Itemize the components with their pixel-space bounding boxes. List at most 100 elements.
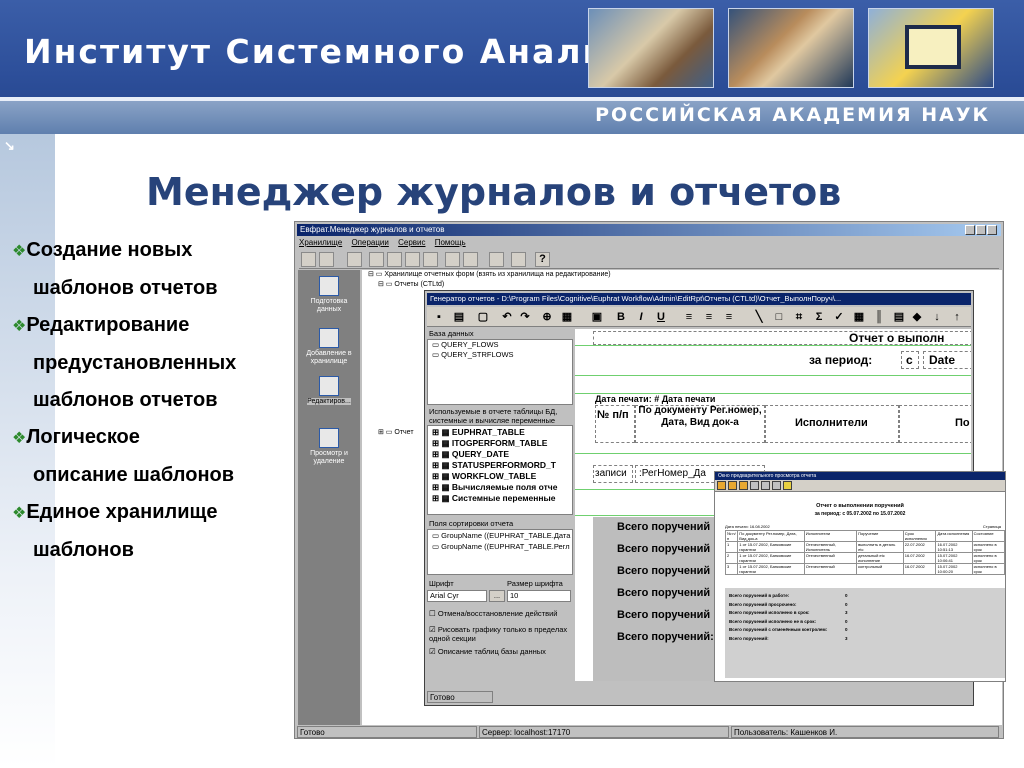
edit-icon — [319, 376, 339, 396]
sum-icon[interactable]: Σ — [811, 309, 827, 325]
table-header: № п/п — [724, 530, 739, 542]
zoom-icon[interactable]: ⊕ — [539, 309, 555, 325]
preview-icon[interactable]: ▢ — [475, 309, 491, 325]
bold-button[interactable]: B — [613, 309, 629, 325]
table-cell: 22.07.2002 — [902, 541, 937, 553]
minimize-button[interactable] — [965, 225, 975, 235]
tool-icon[interactable] — [445, 252, 460, 267]
sort-item: GroupName ((EUPHRAT_TABLE.Регл — [441, 542, 570, 551]
barcode-icon[interactable]: ║ — [871, 309, 887, 325]
total-label: Всего поручений — [617, 587, 711, 599]
menu-storage[interactable]: Хранилище — [299, 238, 342, 247]
font-input[interactable]: Arial Cyr — [427, 590, 487, 602]
table-row: № п/п По документу Рег.номер, Дата, Вид … — [724, 530, 1006, 542]
tool-icon[interactable] — [347, 252, 362, 267]
list-item[interactable]: ▭ GroupName ((EUPHRAT_TABLE.Дата — [432, 530, 572, 541]
page-icon[interactable] — [728, 481, 737, 490]
nav-view-delete[interactable]: Просмотр и удаление — [300, 428, 358, 466]
total-row: Всего поручений исполнено не в срок: 0 — [729, 618, 1001, 627]
tree-root[interactable]: ⊟ ▭ Хранилище отчетных форм (взять из хр… — [362, 270, 1002, 280]
tool-icon[interactable] — [369, 252, 384, 267]
list-item[interactable]: ▭ QUERY_FLOWS — [428, 340, 572, 350]
total-row: Всего поручений исполнено в срок: 3 — [729, 609, 1001, 618]
nav-prepare-data[interactable]: Подготовка данных — [300, 276, 358, 314]
nav-edit[interactable]: Редактиров... — [300, 376, 358, 406]
list-item[interactable]: ⊞ ▦ ITOGPERFORM_TABLE — [432, 438, 572, 449]
list-item[interactable]: ▭ QUERY_STRFLOWS — [428, 350, 572, 360]
zoom-in-icon[interactable] — [750, 481, 759, 490]
print-icon[interactable]: ▤ — [451, 309, 467, 325]
italic-button[interactable]: I — [633, 309, 649, 325]
line-icon[interactable]: ╲ — [751, 309, 767, 325]
redo-icon[interactable]: ↷ — [517, 309, 533, 325]
list-item[interactable]: ⊞ ▦ QUERY_DATE — [432, 449, 572, 460]
data-icon — [319, 276, 339, 296]
font-browse-button[interactable]: ... — [489, 590, 505, 602]
list-item[interactable]: ⊞ ▦ WORKFLOW_TABLE — [432, 471, 572, 482]
maximize-button[interactable] — [976, 225, 986, 235]
tool-icon[interactable] — [423, 252, 438, 267]
table-cell: 16.07.2002 10:51:13 — [935, 541, 973, 553]
tool-icon[interactable] — [463, 252, 478, 267]
option-label: Описание таблиц базы данных — [437, 647, 546, 656]
list-item[interactable]: ⊞ ▦ Вычисляемые поля отче — [432, 482, 572, 493]
select-icon[interactable]: ⌗ — [791, 309, 807, 325]
align-center-icon[interactable]: ≡ — [701, 309, 717, 325]
option-graphics[interactable]: ☑ Рисовать графику только в пределах одн… — [429, 625, 573, 643]
bullet-text: предустановленных — [33, 352, 237, 374]
generator-toolbar: ▪ ▤ ▢ ↶ ↷ ⊕ ▦ ▣ B I U ≡ ≡ ≡ ╲ □ ⌗ Σ ✓ ▦ … — [427, 307, 971, 327]
frame-icon[interactable]: ▣ — [589, 309, 605, 325]
save-icon[interactable]: ▪ — [431, 309, 447, 325]
table-row: 11 от 15.07.2002, Банковские гарантии Оте… — [724, 541, 1006, 553]
book-icon[interactable] — [511, 252, 526, 267]
list-item[interactable]: ⊞ ▦ STATUSPERFORMORD_T — [432, 460, 572, 471]
help-icon[interactable]: ? — [535, 252, 550, 267]
print-icon[interactable] — [717, 481, 726, 490]
tool-icon[interactable] — [489, 252, 504, 267]
list-item[interactable]: ⊞ ▦ Системные переменные — [432, 493, 572, 504]
align-right-icon[interactable]: ≡ — [721, 309, 737, 325]
total-value: 3 — [845, 610, 848, 615]
zoom-icon[interactable] — [772, 481, 781, 490]
menu-service[interactable]: Сервис — [398, 238, 425, 247]
spellcheck-icon[interactable]: ✓ — [831, 309, 847, 325]
underline-button[interactable]: U — [653, 309, 669, 325]
tool-icon[interactable] — [405, 252, 420, 267]
close-button[interactable] — [987, 225, 997, 235]
tool-icon[interactable] — [783, 481, 792, 490]
tool-icon[interactable] — [387, 252, 402, 267]
page-icon[interactable] — [739, 481, 748, 490]
bullet-item: ❖Редактирование предустановленных шаблонов… — [12, 307, 287, 419]
option-undo[interactable]: ☐ Отмена/восстановление действий — [429, 609, 573, 618]
table-cell: исполнено в срок — [971, 541, 1006, 553]
total-value: 0 — [845, 593, 848, 598]
grid-icon[interactable]: ▦ — [851, 309, 867, 325]
tool-icon[interactable]: ▦ — [559, 309, 575, 325]
total-label: Всего поручений — [617, 521, 711, 533]
total-label: Всего поручений: — [617, 631, 714, 643]
zoom-out-icon[interactable] — [761, 481, 770, 490]
menu-operations[interactable]: Операции — [351, 238, 388, 247]
table-cell: 1 от 15.07.2002, Банковские гарантии — [737, 563, 805, 575]
open-icon[interactable] — [319, 252, 334, 267]
preview-totals: Всего поручений в работе: 0 Всего поруче… — [725, 588, 1005, 678]
table-cell: выполнить в деталь etc — [856, 541, 904, 553]
total-label: Всего поручений исполнено в срок: — [729, 610, 810, 615]
sort-asc-icon[interactable]: ↓ — [929, 309, 945, 325]
sort-item: GroupName ((EUPHRAT_TABLE.Дата — [441, 531, 571, 540]
table-icon[interactable]: ▤ — [891, 309, 907, 325]
plugin-icon[interactable]: ◆ — [909, 309, 925, 325]
align-left-icon[interactable]: ≡ — [681, 309, 697, 325]
arrow-icon: ↘ — [4, 138, 15, 153]
list-item[interactable]: ⊞ ▦ EUPHRAT_TABLE — [432, 427, 572, 438]
menu-help[interactable]: Помощь — [435, 238, 466, 247]
sort-desc-icon[interactable]: ↑ — [949, 309, 965, 325]
tree-node[interactable]: ⊟ ▭ Отчеты (CTLtd) — [362, 280, 1002, 290]
undo-icon[interactable]: ↶ — [499, 309, 515, 325]
list-item[interactable]: ▭ GroupName ((EUPHRAT_TABLE.Регл — [432, 541, 572, 552]
rectangle-icon[interactable]: □ — [771, 309, 787, 325]
new-icon[interactable] — [301, 252, 316, 267]
option-db-description[interactable]: ☑ Описание таблиц базы данных — [429, 647, 573, 656]
font-size-input[interactable]: 10 — [507, 590, 571, 602]
nav-add-to-storage[interactable]: Добавление в хранилище — [300, 328, 358, 366]
